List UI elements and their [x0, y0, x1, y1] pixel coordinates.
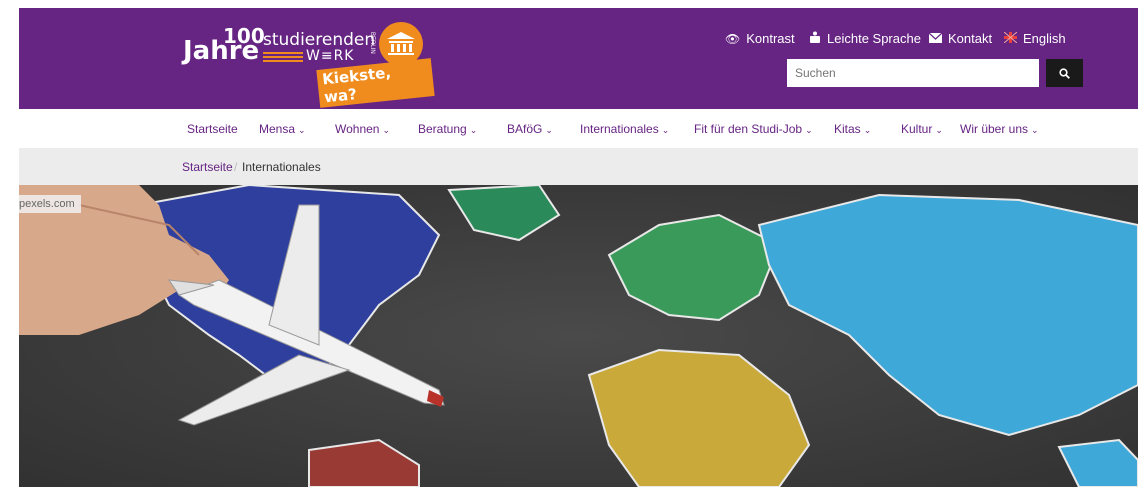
english-link[interactable]: English: [1003, 31, 1066, 46]
logo-stripes: [263, 52, 303, 64]
easy-language-label: Leichte Sprache: [827, 31, 921, 46]
envelope-icon: [928, 32, 943, 46]
nav-item-kultur[interactable]: Kultur ⌄: [901, 122, 943, 136]
contact-label: Kontakt: [948, 31, 993, 46]
chevron-down-icon: ⌄: [805, 125, 813, 135]
contrast-link[interactable]: 👁 Kontrast: [725, 31, 795, 46]
nav-label: Wohnen: [335, 122, 380, 136]
breadcrumb: Startseite / Internationales: [19, 148, 1138, 185]
breadcrumb-separator: /: [234, 160, 238, 174]
chevron-down-icon: ⌄: [863, 125, 872, 135]
nav-item-internationales[interactable]: Internationales ⌄: [580, 122, 669, 136]
nav-label: Startseite: [187, 122, 238, 136]
nav-label: Wir über uns: [960, 122, 1029, 136]
nav-item-wohnen[interactable]: Wohnen ⌄: [335, 122, 390, 136]
search-button[interactable]: [1046, 59, 1083, 87]
nav-label: Kultur: [901, 122, 933, 136]
chevron-down-icon: ⌄: [545, 125, 553, 135]
logo-slogan: Kiekste, wa?: [316, 58, 435, 108]
nav-item-bafoeg[interactable]: BAföG ⌄: [507, 122, 553, 136]
nav-label: Mensa: [259, 122, 296, 136]
search-input[interactable]: [787, 59, 1039, 87]
nav-item-kitas[interactable]: Kitas ⌄: [834, 122, 871, 136]
nav-label: Fit für den Studi-Job: [694, 122, 803, 136]
nav-item-wir-ueber-uns[interactable]: Wir über uns ⌄: [960, 122, 1039, 136]
logo-studierenden: studierenden: [263, 30, 376, 50]
chevron-down-icon: ⌄: [382, 125, 391, 135]
chevron-down-icon: ⌄: [661, 125, 670, 135]
search-icon: [1059, 67, 1070, 79]
search-box: [787, 59, 1083, 87]
eye-icon: 👁: [725, 31, 741, 46]
world-map-illustration: [19, 185, 1138, 487]
main-nav: Startseite Mensa ⌄ Wohnen ⌄ Beratung ⌄ BAfö…: [0, 116, 1144, 142]
easy-language-icon: [809, 31, 821, 46]
site-header: Jahre 100 studierenden W≡RK BERLIN Kieks…: [19, 8, 1138, 109]
nav-label: Kitas: [834, 122, 861, 136]
english-label: English: [1023, 31, 1066, 46]
breadcrumb-current: Internationales: [242, 160, 321, 174]
chevron-down-icon: ⌄: [1031, 125, 1039, 135]
nav-label: BAföG: [507, 122, 543, 136]
image-credit: pexels.com: [19, 195, 81, 213]
hero-image: [19, 185, 1138, 487]
logo-number: 100: [223, 24, 265, 48]
nav-item-studi-job[interactable]: Fit für den Studi-Job ⌄: [694, 122, 813, 136]
logo-werk: W≡RK: [306, 48, 355, 64]
uk-flag-icon: [1003, 31, 1018, 46]
nav-label: Internationales: [580, 122, 659, 136]
breadcrumb-home[interactable]: Startseite: [182, 160, 233, 174]
chevron-down-icon: ⌄: [935, 125, 943, 135]
logo-berlin: BERLIN: [369, 32, 375, 54]
nav-label: Beratung: [418, 122, 467, 136]
nav-item-beratung[interactable]: Beratung ⌄: [418, 122, 477, 136]
nav-item-startseite[interactable]: Startseite: [187, 122, 238, 136]
contact-link[interactable]: Kontakt: [928, 31, 993, 46]
site-logo[interactable]: Jahre 100 studierenden W≡RK BERLIN Kieks…: [183, 18, 435, 108]
chevron-down-icon: ⌄: [469, 125, 478, 135]
chevron-down-icon: ⌄: [298, 125, 306, 135]
easy-language-link[interactable]: Leichte Sprache: [809, 31, 921, 46]
nav-item-mensa[interactable]: Mensa ⌄: [259, 122, 306, 136]
contrast-label: Kontrast: [746, 31, 795, 46]
